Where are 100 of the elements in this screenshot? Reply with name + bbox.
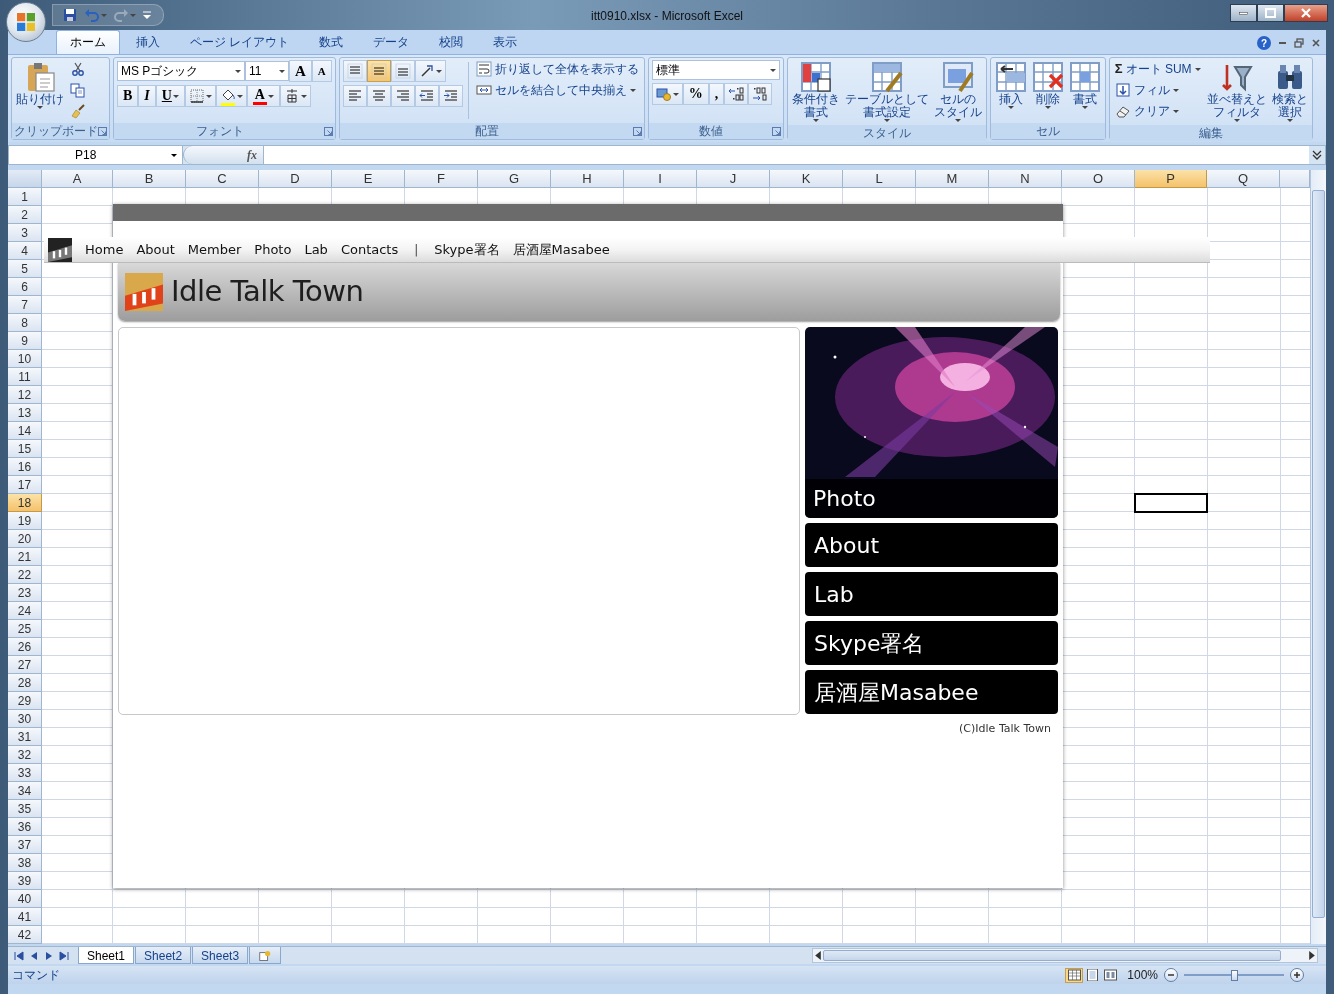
row-header[interactable]: 32 (8, 746, 42, 764)
menu-button[interactable]: Skype署名 (805, 621, 1058, 665)
combo-box[interactable]: 11 (245, 61, 289, 81)
row-header[interactable]: 37 (8, 836, 42, 854)
row-header[interactable]: 31 (8, 728, 42, 746)
ribbon-button[interactable]: セルを結合して中央揃え (473, 81, 641, 99)
ribbon-tab[interactable]: ページ レイアウト (176, 30, 304, 54)
row-header[interactable]: 34 (8, 782, 42, 800)
ribbon-button[interactable]: 条件付き 書式 (790, 60, 841, 124)
maximize-button[interactable] (1257, 4, 1284, 22)
minimize-button[interactable] (1230, 4, 1257, 22)
nav-link[interactable]: Contacts (340, 239, 399, 260)
dialog-launcher[interactable] (323, 126, 333, 136)
row-header[interactable]: 28 (8, 674, 42, 692)
ribbon-button[interactable]: 書式 (1067, 60, 1102, 111)
dialog-launcher[interactable] (771, 126, 781, 136)
row-header[interactable]: 12 (8, 386, 42, 404)
view-button[interactable] (1101, 967, 1120, 983)
row-header[interactable]: 11 (8, 368, 42, 386)
row-header[interactable]: 1 (8, 188, 42, 206)
column-header[interactable]: J (697, 170, 770, 188)
ribbon-tab[interactable]: 挿入 (122, 30, 174, 54)
row-header[interactable]: 18 (8, 494, 42, 512)
column-header[interactable]: P (1135, 170, 1207, 188)
row-header[interactable]: 20 (8, 530, 42, 548)
column-header[interactable]: B (113, 170, 186, 188)
sheet-tab[interactable]: Sheet3 (192, 947, 249, 964)
row-header[interactable]: 22 (8, 566, 42, 584)
dialog-launcher[interactable] (98, 126, 107, 136)
ribbon-button[interactable] (748, 83, 773, 105)
row-header[interactable]: 19 (8, 512, 42, 530)
column-header[interactable]: F (405, 170, 478, 188)
row-header[interactable]: 5 (8, 260, 42, 278)
column-header[interactable]: I (624, 170, 697, 188)
row-header[interactable]: 33 (8, 764, 42, 782)
ribbon-button[interactable] (184, 85, 216, 107)
sheet-tab[interactable]: Sheet2 (135, 947, 192, 964)
horizontal-scrollbar[interactable] (812, 948, 1318, 963)
combo-box[interactable]: 標準 (651, 60, 780, 80)
column-header[interactable]: L (843, 170, 916, 188)
ribbon-button[interactable]: クリア (1112, 102, 1203, 120)
insert-function-button[interactable]: fx (183, 146, 263, 164)
row-header[interactable]: 24 (8, 602, 42, 620)
slider-thumb[interactable] (1231, 969, 1238, 981)
dialog-launcher[interactable] (632, 126, 642, 136)
scroll-thumb[interactable] (823, 950, 1281, 961)
active-cell[interactable] (1134, 493, 1208, 513)
column-header[interactable]: A (42, 170, 113, 188)
row-header[interactable]: 40 (8, 890, 42, 908)
row-header[interactable]: 30 (8, 710, 42, 728)
customize-toolbar-button[interactable] (141, 10, 153, 20)
column-header[interactable]: C (186, 170, 259, 188)
row-header[interactable]: 8 (8, 314, 42, 332)
column-header[interactable]: M (916, 170, 989, 188)
row-header[interactable]: 15 (8, 440, 42, 458)
redo-button[interactable] (112, 7, 137, 23)
ribbon-button[interactable]: 削除 (1030, 60, 1065, 111)
row-header[interactable]: 14 (8, 422, 42, 440)
scroll-thumb[interactable] (1312, 190, 1325, 918)
ribbon-button[interactable]: A (311, 60, 332, 82)
row-header[interactable]: 39 (8, 872, 42, 890)
column-header[interactable]: E (332, 170, 405, 188)
ribbon-button[interactable] (724, 83, 749, 105)
view-button[interactable] (1065, 967, 1084, 983)
name-box[interactable]: P18 (9, 146, 183, 164)
ribbon-button[interactable]: A (246, 85, 280, 107)
zoom-in-button[interactable] (1290, 968, 1304, 982)
ribbon-button[interactable]: % (682, 83, 709, 105)
row-header[interactable]: 6 (8, 278, 42, 296)
nav-link[interactable]: Photo (254, 239, 292, 260)
help-button[interactable]: ? (1257, 36, 1271, 50)
save-button[interactable] (61, 7, 79, 23)
ribbon-tab[interactable]: 数式 (305, 30, 358, 54)
menu-button[interactable]: About (805, 523, 1058, 567)
ribbon-button[interactable] (279, 85, 311, 107)
restore-workbook-button[interactable] (1294, 38, 1304, 48)
column-header[interactable]: H (551, 170, 624, 188)
column-header[interactable]: O (1062, 170, 1135, 188)
column-header[interactable]: N (989, 170, 1062, 188)
formula-input[interactable] (263, 146, 1309, 164)
row-header[interactable]: 2 (8, 206, 42, 224)
row-header[interactable]: 21 (8, 548, 42, 566)
ribbon-button[interactable] (651, 83, 683, 105)
ribbon-button[interactable] (414, 60, 446, 82)
row-header[interactable]: 13 (8, 404, 42, 422)
vertical-scrollbar[interactable] (1310, 170, 1326, 944)
nav-link[interactable]: Member (187, 239, 242, 260)
row-header[interactable]: 16 (8, 458, 42, 476)
column-header[interactable]: D (259, 170, 332, 188)
row-header[interactable]: 29 (8, 692, 42, 710)
nav-link[interactable]: Lab (304, 239, 328, 260)
ribbon-button[interactable]: U (155, 85, 185, 107)
ribbon-button[interactable]: テーブルとして 書式設定 (843, 60, 930, 124)
ribbon-button[interactable]: Σ オート SUM (1112, 60, 1203, 78)
nav-link[interactable]: Skype署名 (434, 239, 500, 260)
row-header[interactable]: 4 (8, 242, 42, 260)
nav-link[interactable]: About (136, 239, 175, 260)
row-header[interactable]: 35 (8, 800, 42, 818)
row-header[interactable]: 41 (8, 908, 42, 926)
close-button[interactable] (1284, 4, 1328, 22)
